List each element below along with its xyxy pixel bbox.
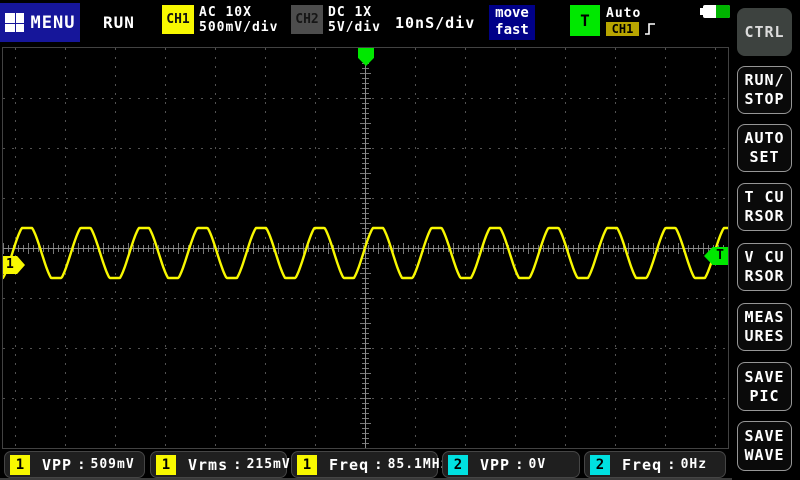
ch1-number-badge: 1 (156, 455, 176, 475)
ch1-number-badge: 1 (297, 455, 317, 475)
menu-label: MENU (31, 13, 76, 33)
auto-set-button[interactable]: AUTO SET (737, 124, 792, 172)
ch1-coupling: AC 10X (199, 5, 252, 20)
ch2-number-badge: 2 (590, 455, 610, 475)
measurement-ch1-freq: 1 Freq : 85.1MHz (291, 451, 438, 478)
ch2-settings: DC 1X5V/div (328, 5, 381, 35)
run-stop-button[interactable]: RUN/ STOP (737, 66, 792, 114)
run-status: RUN (103, 13, 135, 32)
measurement-ch2-freq: 2 Freq : 0Hz (584, 451, 726, 478)
measurement-ch1-vrms: 1 Vrms : 215mV (150, 451, 287, 478)
ch2-badge[interactable]: CH2 (291, 5, 323, 34)
ch1-scale: 500mV/div (199, 20, 278, 35)
trigger-badge[interactable]: T (570, 5, 600, 36)
trigger-mode: Auto (606, 6, 641, 21)
ctrl-button[interactable]: CTRL (737, 8, 792, 56)
ch1-badge[interactable]: CH1 (162, 5, 194, 34)
ch2-vpp-value: 0V (529, 457, 547, 472)
move-speed-button[interactable]: move fast (489, 5, 535, 40)
waveform-display[interactable]: 1 T (2, 47, 729, 449)
save-pic-button[interactable]: SAVE PIC (737, 362, 792, 411)
measures-button[interactable]: MEAS URES (737, 303, 792, 351)
v-cursor-button[interactable]: V CU RSOR (737, 243, 792, 291)
ch1-number-badge: 1 (10, 455, 30, 475)
trigger-source-badge[interactable]: CH1 (606, 22, 639, 36)
battery-icon (700, 5, 730, 18)
ch1-freq-value: 85.1MHz (388, 457, 450, 472)
t-cursor-button[interactable]: T CU RSOR (737, 183, 792, 231)
ch2-coupling: DC 1X (328, 5, 372, 20)
menu-button[interactable]: MENU (0, 3, 80, 42)
ch1-settings: AC 10X500mV/div (199, 5, 278, 35)
menu-grid-icon (5, 13, 24, 32)
ch2-number-badge: 2 (448, 455, 468, 475)
ch2-scale: 5V/div (328, 20, 381, 35)
save-wave-button[interactable]: SAVE WAVE (737, 421, 792, 471)
ch1-vrms-value: 215mV (247, 457, 291, 472)
ch1-waveform-trace (3, 48, 729, 449)
ch1-vpp-value: 509mV (91, 457, 135, 472)
measurement-ch2-vpp: 2 VPP : 0V (442, 451, 580, 478)
ch2-freq-value: 0Hz (681, 457, 707, 472)
timebase-readout: 10nS/div (395, 14, 475, 32)
rising-edge-icon (644, 21, 656, 37)
top-status-bar: MENU RUN CH1 AC 10X500mV/div CH2 DC 1X5V… (0, 0, 732, 46)
measurement-ch1-vpp: 1 VPP : 509mV (4, 451, 145, 478)
